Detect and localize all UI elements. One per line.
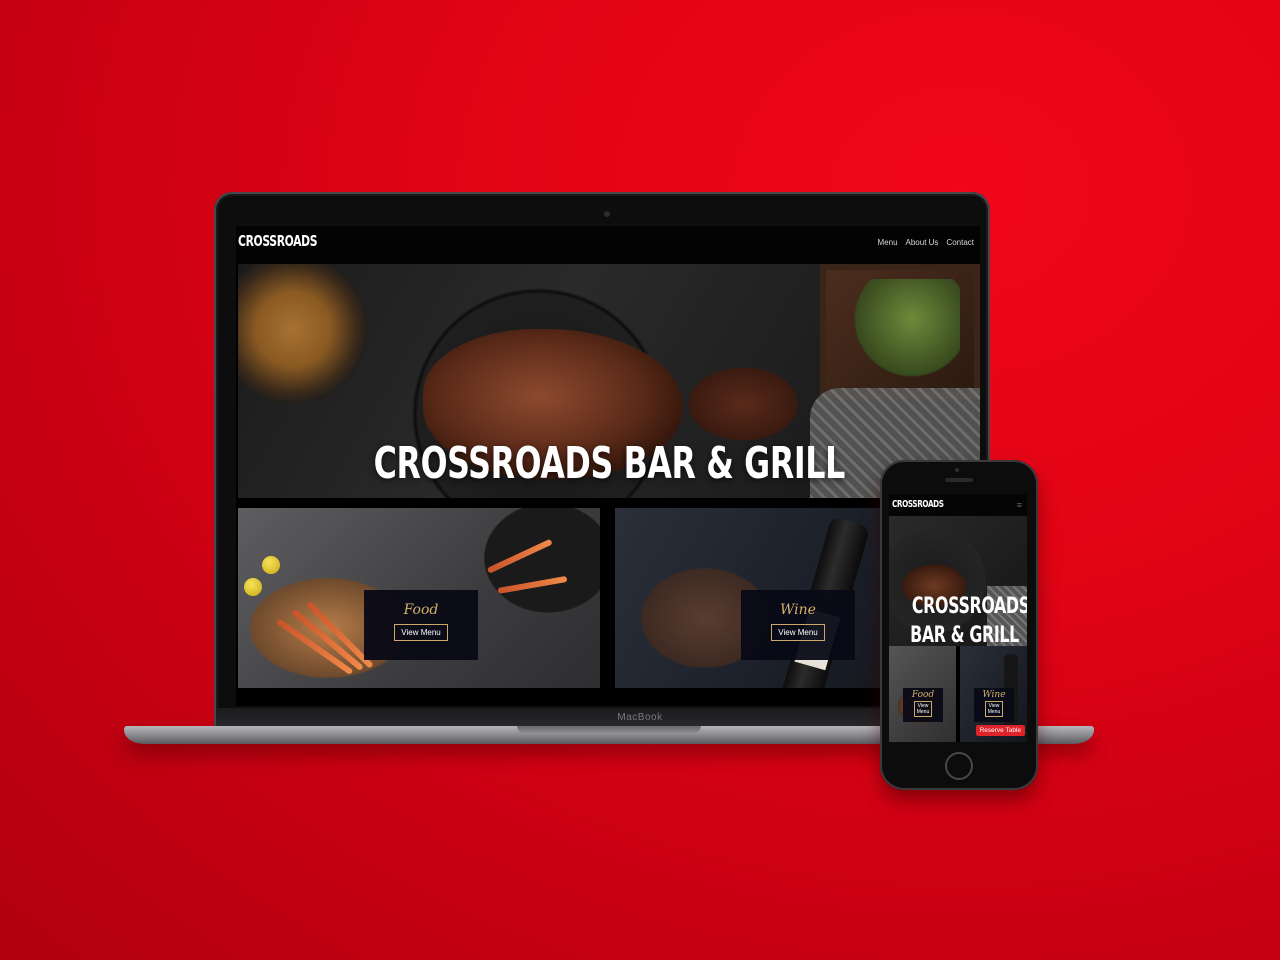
mobile-hero-title-line1: CROSSROADS	[911, 594, 1027, 619]
wine-view-menu-button[interactable]: View Menu	[771, 624, 825, 641]
mobile-food-view-menu-button[interactable]: View Menu	[913, 701, 933, 717]
nav-contact[interactable]: Contact	[946, 238, 974, 247]
mobile-food-btn-line2: Menu	[916, 709, 930, 715]
device-brand-label: MacBook	[617, 712, 663, 723]
phone-screen: CROSSROADS ≡ CROSSROADS BAR & GRILL Food…	[889, 494, 1027, 742]
laptop-screen: CROSSROADS Menu About Us Contact CROSSRO…	[236, 226, 980, 706]
lemon-image	[262, 556, 280, 574]
nav-about-us[interactable]: About Us	[906, 238, 939, 247]
wine-tile-title: Wine	[780, 602, 816, 618]
hamburger-menu-icon[interactable]: ≡	[1017, 500, 1022, 510]
mobile-food-title: Food	[911, 690, 935, 700]
potato-pan-image	[238, 264, 368, 404]
food-tile-card: Food View Menu	[364, 590, 478, 660]
site-header: CROSSROADS Menu About Us Contact	[236, 226, 980, 264]
mobile-wine-btn-line2: Menu	[987, 709, 1001, 715]
mobile-food-tile[interactable]: Food View Menu	[889, 646, 956, 742]
hero-title-wrap: CROSSROADS BAR & GRILL	[238, 438, 980, 489]
hero-title: CROSSROADS BAR & GRILL	[373, 438, 845, 489]
wine-tile-card: Wine View Menu	[741, 590, 855, 660]
shrimp-image	[486, 538, 553, 574]
food-tile[interactable]: Food View Menu	[238, 508, 600, 688]
food-view-menu-button[interactable]: View Menu	[394, 624, 448, 641]
phone-home-button[interactable]	[945, 752, 973, 780]
mobile-logo[interactable]: CROSSROADS	[892, 499, 944, 510]
phone-camera-icon	[955, 468, 959, 472]
food-tile-title: Food	[403, 602, 439, 618]
mobile-header: CROSSROADS ≡	[889, 494, 1027, 516]
hero-banner: CROSSROADS BAR & GRILL	[238, 264, 980, 498]
phone-speaker	[945, 478, 973, 482]
laptop-notch	[517, 726, 701, 733]
lemon-image	[244, 578, 262, 596]
site-logo[interactable]: CROSSROADS	[238, 232, 318, 250]
webcam-icon	[604, 211, 610, 217]
nav-menu[interactable]: Menu	[878, 238, 898, 247]
main-nav: Menu About Us Contact	[878, 238, 975, 247]
mobile-food-card: Food View Menu	[903, 688, 943, 722]
vegetable-box-image	[820, 264, 980, 399]
shrimp-image	[497, 575, 568, 594]
mobile-wine-view-menu-button[interactable]: View Menu	[984, 701, 1004, 717]
mobile-hero-title: CROSSROADS BAR & GRILL	[889, 592, 1027, 650]
mobile-wine-title: Wine	[982, 690, 1006, 700]
mobile-wine-card: Wine View Menu	[974, 688, 1014, 722]
reserve-table-button[interactable]: Reserve Table	[975, 725, 1025, 736]
